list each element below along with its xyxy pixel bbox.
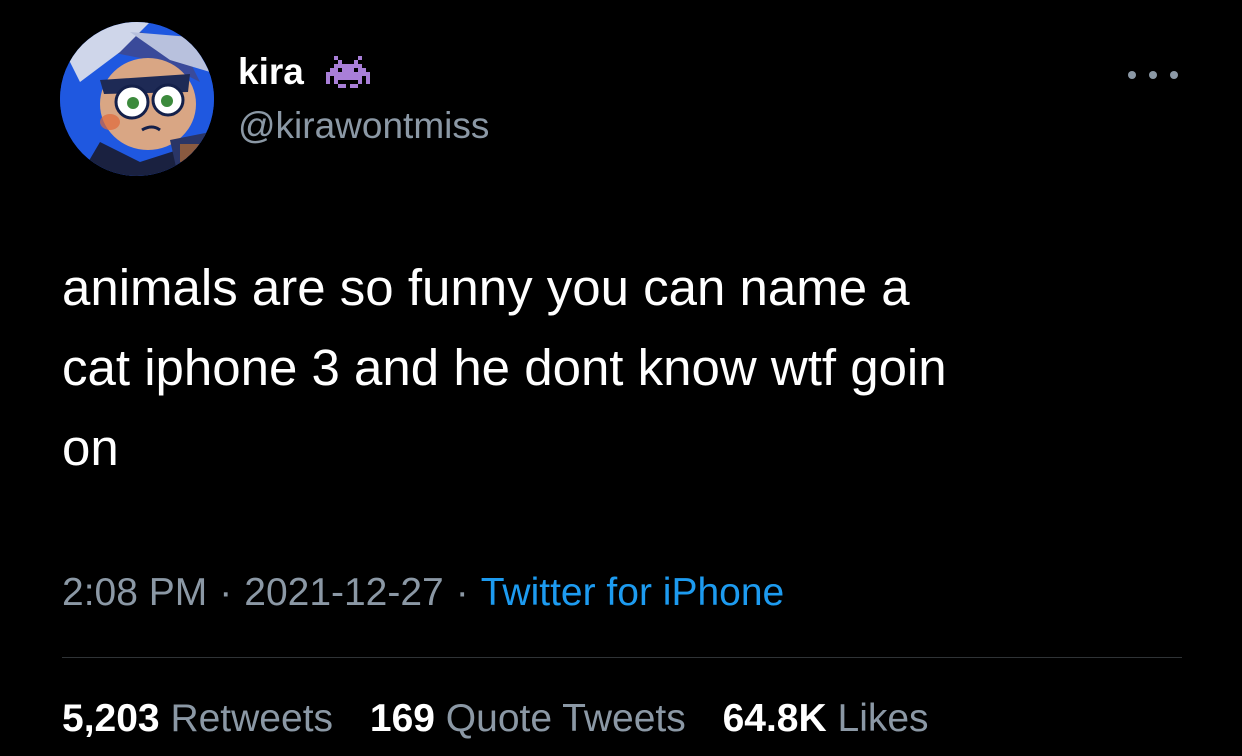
tweet-meta: 2:08 PM · 2021-12-27 · Twitter for iPhone: [62, 568, 784, 618]
retweets-label: Retweets: [170, 697, 334, 740]
tweet-date[interactable]: 2021-12-27: [244, 571, 444, 614]
more-options-icon[interactable]: [1128, 62, 1178, 88]
tweet-source-link[interactable]: Twitter for iPhone: [481, 571, 784, 614]
quote-tweets-stat[interactable]: 169 Quote Tweets: [370, 697, 686, 740]
alien-monster-icon: [325, 55, 370, 89]
user-handle[interactable]: @kirawontmiss: [238, 102, 489, 150]
tweet-text: animals are so funny you can name a cat …: [62, 259, 947, 476]
tweet-card: kira @kirawontmiss animals are so funny …: [0, 0, 1242, 756]
more-dot: [1170, 71, 1178, 79]
author-block: kira @kirawontmiss: [238, 48, 489, 150]
quote-tweets-count: 169: [369, 697, 435, 740]
meta-separator: ·: [455, 571, 469, 614]
meta-separator: ·: [219, 571, 233, 614]
tweet-stats: 5,203 Retweets 169 Quote Tweets 64.8K Li…: [62, 694, 929, 744]
avatar[interactable]: [60, 22, 214, 176]
display-name[interactable]: kira: [238, 48, 304, 96]
likes-stat[interactable]: 64.8K Likes: [723, 697, 929, 740]
likes-label: Likes: [837, 697, 929, 740]
retweets-stat[interactable]: 5,203 Retweets: [62, 697, 333, 740]
retweets-count: 5,203: [62, 697, 160, 740]
more-dot: [1128, 71, 1136, 79]
more-dot: [1149, 71, 1157, 79]
divider: [62, 657, 1182, 658]
tweet-time[interactable]: 2:08 PM: [62, 571, 207, 614]
likes-count: 64.8K: [722, 697, 827, 740]
quote-tweets-label: Quote Tweets: [445, 697, 686, 740]
name-row: kira: [238, 48, 489, 96]
cartoon-avatar-icon: [60, 22, 214, 176]
